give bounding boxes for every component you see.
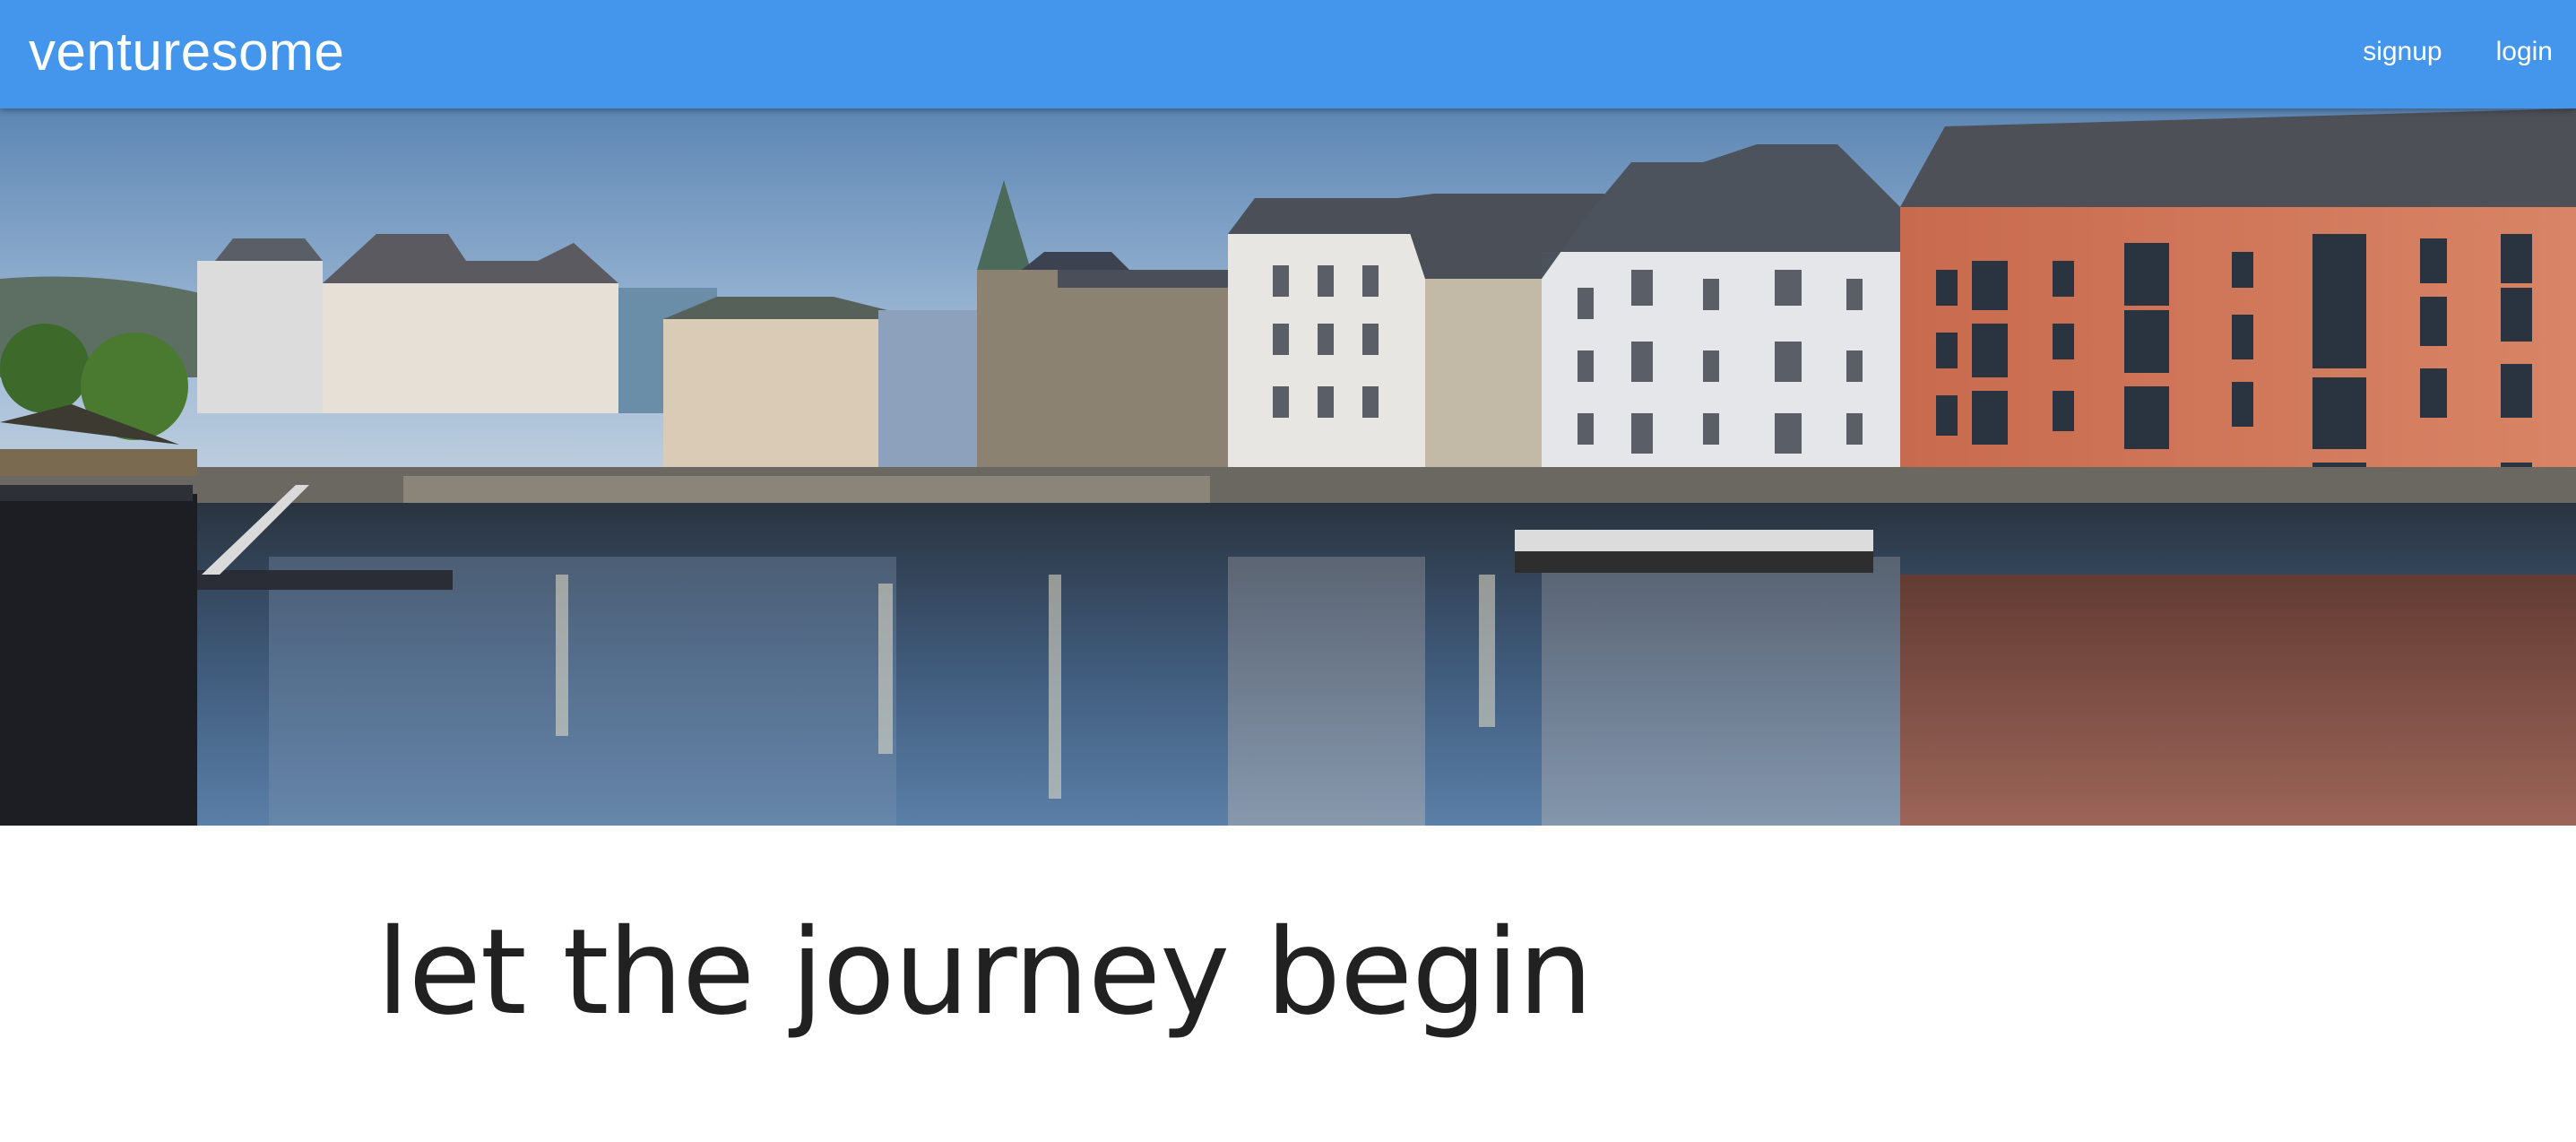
top-navbar: venturesome signup login bbox=[0, 0, 2576, 108]
brand-logo[interactable]: venturesome bbox=[29, 20, 344, 84]
page-tagline: let the journey begin bbox=[376, 904, 1593, 1042]
signup-link[interactable]: signup bbox=[2363, 34, 2442, 70]
hero-image bbox=[0, 108, 2576, 826]
nav-links: signup login bbox=[2363, 34, 2553, 70]
login-link[interactable]: login bbox=[2496, 34, 2553, 70]
harbor-illustration bbox=[0, 108, 2576, 826]
